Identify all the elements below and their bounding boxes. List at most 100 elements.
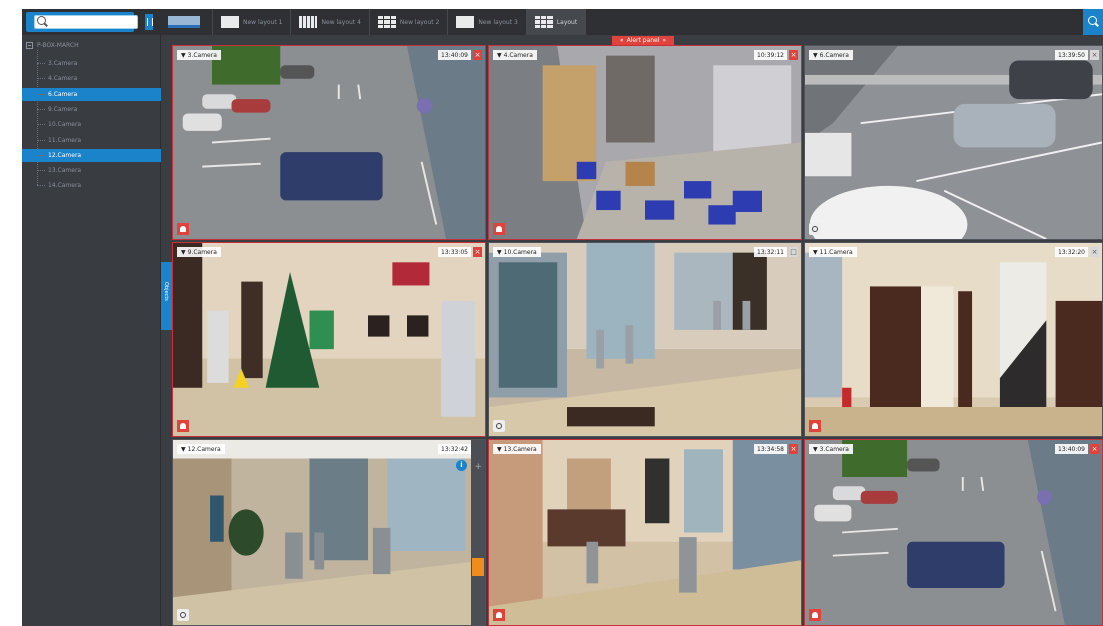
info-icon[interactable]: i [456, 460, 467, 471]
camera-tile[interactable]: ▼12.Camera13:32:42□+i [172, 439, 486, 626]
tab-new-layout-3[interactable]: New layout 3 [448, 9, 527, 35]
camera-name-label[interactable]: ▼ 3.Camera [177, 50, 221, 60]
tab-label: New layout 1 [243, 18, 283, 26]
camera-video-frame [489, 440, 801, 625]
camera-tile[interactable]: ▼ 10.Camera 13:32:11 □ [488, 242, 802, 437]
camera-name-label[interactable]: ▼ 3.Camera [809, 444, 853, 454]
ptz-icon[interactable] [177, 609, 189, 621]
layout-grid-icon [534, 16, 553, 28]
chevron-down-icon: ▼ [181, 248, 186, 256]
sidebar-toggle-icon[interactable] [145, 14, 153, 30]
close-icon[interactable]: × [1090, 247, 1099, 257]
camera-tile[interactable]: ▼ 3.Camera 13:40:09 × [804, 439, 1103, 626]
camera-video-frame [489, 46, 801, 239]
camera-tile[interactable]: ▼ 6.Camera 13:39:50 × [804, 45, 1103, 240]
camera-name-label[interactable]: ▼ 4.Camera [493, 50, 537, 60]
camera-name-label[interactable]: ▼ 6.Camera [809, 50, 853, 60]
sidebar-item-camera[interactable]: 11.Camera [22, 134, 161, 147]
tab-new-layout-1[interactable]: New layout 1 [213, 9, 292, 35]
objects-panel-tab[interactable]: Objects [161, 262, 172, 330]
chevron-right-icon: » [662, 37, 667, 44]
tree-root[interactable]: P-BOX-MARCH [26, 40, 79, 50]
close-icon[interactable]: × [473, 50, 482, 60]
alarm-icon[interactable] [177, 223, 189, 235]
chevron-left-icon: « [619, 37, 624, 44]
camera-timestamp: 13:40:09 [1055, 444, 1088, 454]
sidebar-item-camera[interactable]: 4.Camera [22, 72, 161, 85]
sidebar-item-camera[interactable]: 6.Camera [22, 87, 161, 101]
search-input[interactable] [34, 15, 138, 29]
alert-panel-toggle[interactable]: « Alert panel » [612, 36, 674, 45]
sidebar-item-camera[interactable]: 9.Camera [22, 103, 161, 116]
camera-tile[interactable]: ▼ 3.Camera 13:40:09 × [172, 45, 486, 240]
layout-thumbnail [456, 16, 475, 28]
close-icon[interactable]: × [473, 247, 482, 257]
tab-new-layout-2[interactable]: New layout 2 [370, 9, 449, 35]
camera-video-frame [805, 440, 1102, 625]
top-toolbar: New layout 1 New layout 4 New layout 2 N… [22, 9, 1103, 35]
search-box[interactable] [26, 12, 138, 32]
camera-name-label[interactable]: ▼ 12.Camera [177, 444, 225, 454]
camera-name-label[interactable]: ▼ 10.Camera [493, 247, 541, 257]
camera-timestamp: 13:32:20 [1055, 247, 1088, 257]
alarm-icon[interactable] [809, 609, 821, 621]
close-icon[interactable]: × [789, 444, 798, 454]
ptz-icon[interactable] [493, 420, 505, 432]
camera-tile[interactable]: ▼ 4.Camera 10:39:12 × [488, 45, 802, 240]
tab-new-layout-4[interactable]: New layout 4 [291, 9, 370, 35]
camera-grid: ▼ 3.Camera 13:40:09 × ▼ 4.Camera 10:39:12 × ▼ 6.C… [172, 45, 1103, 626]
camera-name: 10.Camera [503, 248, 537, 256]
alarm-icon[interactable] [493, 223, 505, 235]
ptz-icon[interactable] [809, 223, 821, 235]
camera-name-label[interactable]: ▼ 9.Camera [177, 247, 221, 257]
tab-layout-current[interactable] [160, 9, 213, 35]
sidebar-item-camera[interactable]: 3.Camera [22, 57, 161, 70]
sidebar-item-camera[interactable]: 13.Camera [22, 164, 161, 177]
alarm-icon[interactable] [493, 609, 505, 621]
close-icon[interactable]: × [1090, 50, 1099, 60]
camera-name: 13.Camera [503, 445, 537, 453]
camera-name: 3.Camera [187, 51, 217, 59]
close-icon[interactable]: × [1090, 444, 1099, 454]
alarm-icon[interactable] [809, 420, 821, 432]
camera-name: 4.Camera [503, 51, 533, 59]
camera-name: 6.Camera [819, 51, 849, 59]
tab-layout[interactable]: Layout [526, 9, 587, 35]
camera-timestamp: 13:34:58 [754, 444, 787, 454]
sidebar-item-camera[interactable]: 12.Camera [22, 148, 161, 162]
close-icon[interactable]: □ [789, 247, 798, 257]
global-search-icon[interactable] [1083, 9, 1103, 35]
zoom-icon[interactable] [472, 558, 484, 576]
camera-name-label[interactable]: ▼ 11.Camera [809, 247, 857, 257]
camera-tile[interactable]: ▼ 9.Camera 13:33:05 × [172, 242, 486, 437]
camera-tile[interactable]: ▼ 11.Camera 13:32:20 × [804, 242, 1103, 437]
video-surveillance-client: New layout 1 New layout 4 New layout 2 N… [22, 9, 1103, 626]
layout-tabs: New layout 1 New layout 4 New layout 2 N… [160, 9, 587, 35]
alert-panel-label: Alert panel [626, 37, 660, 44]
camera-video-frame [805, 243, 1102, 436]
tab-label: New layout 2 [399, 18, 440, 26]
alarm-icon[interactable] [177, 420, 189, 432]
camera-name-label[interactable]: ▼ 13.Camera [493, 444, 541, 454]
camera-timestamp: 13:32:11 [754, 247, 787, 257]
camera-timestamp: 13:32:42 [438, 444, 471, 454]
camera-tile[interactable]: ▼ 13.Camera 13:34:58 × [488, 439, 802, 626]
layout-thumbnail [168, 16, 200, 28]
tab-label: New layout 3 [478, 18, 518, 26]
camera-timestamp: 10:39:12 [754, 50, 787, 60]
tab-label: New layout 4 [321, 18, 361, 26]
chevron-down-icon: ▼ [497, 248, 502, 256]
collapse-icon[interactable] [26, 41, 33, 49]
chevron-down-icon: ▼ [181, 445, 186, 453]
camera-tree: P-BOX-MARCH 3.Camera 4.Camera 6.Camera 9.Ca… [22, 35, 161, 626]
search-icon [37, 16, 46, 25]
camera-video-frame [173, 46, 485, 239]
sidebar-item-camera[interactable]: 10.Camera [22, 118, 161, 131]
chevron-down-icon: ▼ [813, 445, 818, 453]
plus-icon[interactable]: + [474, 462, 482, 472]
zoom-control-strip[interactable]: + [471, 440, 485, 625]
close-icon[interactable]: × [789, 50, 798, 60]
chevron-down-icon: ▼ [497, 51, 502, 59]
layout-thumbnail [299, 16, 318, 28]
sidebar-item-camera[interactable]: 14.Camera [22, 179, 161, 192]
